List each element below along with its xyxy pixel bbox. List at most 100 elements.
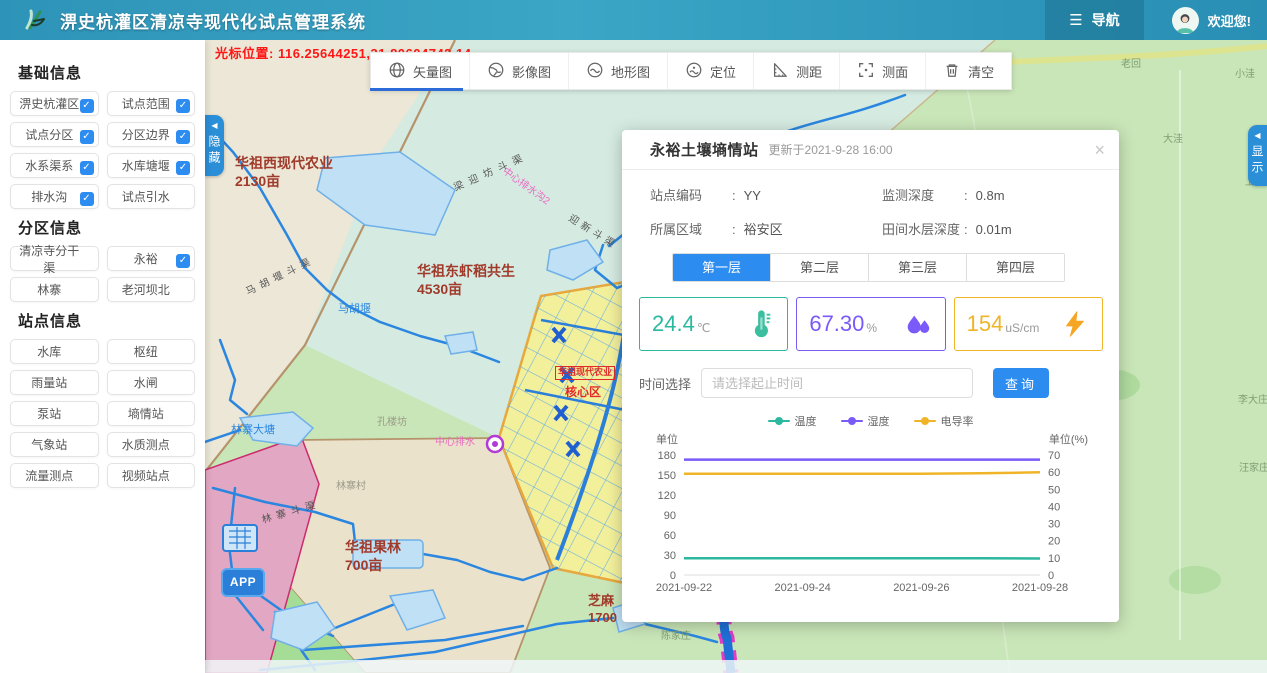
station-info: 站点编码: YY 监测深度:0.8m所属区域:裕安区田间水层深度:0.01m <box>622 170 1119 240</box>
locate-icon <box>685 61 703 82</box>
close-icon[interactable]: × <box>1094 141 1105 159</box>
metric-value: 154 <box>967 311 1004 337</box>
layer-toggle-button[interactable]: 水库塘堰 ✓ <box>107 153 196 178</box>
map-bottom-strip <box>205 660 1267 673</box>
checkbox-checked-icon[interactable]: ✓ <box>176 161 190 175</box>
show-panel-tab[interactable]: ◀ 显示 <box>1248 125 1267 186</box>
layer-toggle-label: 试点引水 <box>122 188 170 205</box>
time-select-row: 时间选择 查询 <box>639 368 1119 398</box>
toolbar-label: 影像图 <box>512 62 551 81</box>
toolbar-locate[interactable]: 定位 <box>668 53 754 89</box>
layer-toggle-button[interactable]: 林寨 <box>10 277 99 302</box>
map-toolbar: 矢量图 影像图 地形图定位测距测面 清空 <box>370 52 1012 90</box>
layer-toggle-label: 雨量站 <box>31 374 67 391</box>
checkbox-checked-icon[interactable]: ✓ <box>80 161 94 175</box>
info-field-value: YY <box>744 188 761 203</box>
layer-toggle-button[interactable]: 永裕 ✓ <box>107 246 196 271</box>
checkbox-checked-icon[interactable]: ✓ <box>176 130 190 144</box>
sidebar: 基础信息淠史杭灌区✓试点范围✓试点分区✓分区边界✓水系渠系✓水库塘堰✓排水沟✓试… <box>0 40 205 673</box>
toolbar-clear[interactable]: 清空 <box>926 53 1011 89</box>
nav-button[interactable]: ☰ 导航 <box>1045 0 1143 40</box>
svg-text:0: 0 <box>670 570 676 582</box>
metric-value: 67.30 <box>809 311 864 337</box>
toolbar-label: 地形图 <box>611 62 650 81</box>
query-button[interactable]: 查询 <box>993 368 1049 398</box>
info-field: 监测深度:0.8m <box>882 185 1095 204</box>
layer-toggle-button[interactable]: 水闸 <box>107 370 196 395</box>
metric-unit: % <box>866 313 877 335</box>
layer-toggle-label: 林寨 <box>37 281 61 298</box>
layer-tab[interactable]: 第一层 <box>673 254 771 281</box>
layer-toggle-button[interactable]: 水系渠系✓ <box>10 153 99 178</box>
info-field: 所属区域:裕安区 <box>650 219 882 238</box>
hide-panel-tab[interactable]: ◀ 隐藏 <box>205 115 224 176</box>
checkbox-checked-icon[interactable]: ✓ <box>80 99 94 113</box>
ruler-icon <box>771 61 789 82</box>
info-field-colon: : <box>732 188 736 203</box>
checkbox-checked-icon[interactable]: ✓ <box>176 99 190 113</box>
layer-toggle-label: 水库 <box>37 343 61 360</box>
layer-toggle-button[interactable]: 水质测点 <box>107 432 196 457</box>
checkbox-checked-icon[interactable]: ✓ <box>176 254 190 268</box>
svg-text:60: 60 <box>1048 467 1060 479</box>
sidebar-section-title: 基础信息 <box>18 62 195 83</box>
checkbox-checked-icon[interactable]: ✓ <box>80 192 94 206</box>
toolbar-terrain-map[interactable]: 地形图 <box>569 53 668 89</box>
legend-item[interactable]: 温度 <box>768 413 817 429</box>
info-field-label: 所属区域 <box>650 219 732 238</box>
layer-toggle-label: 水库塘堰 <box>122 157 170 174</box>
metric-card-humidity: 67.30% <box>796 297 945 351</box>
chevron-left-icon: ◀ <box>211 122 217 130</box>
layer-toggle-label: 排水沟 <box>31 188 67 205</box>
legend-label: 温度 <box>795 413 817 429</box>
info-field-label: 田间水层深度 <box>882 219 964 238</box>
app-station-badge[interactable]: APP <box>221 568 265 597</box>
cursor-position-label: 光标位置: <box>215 46 274 61</box>
legend-item[interactable]: 湿度 <box>841 413 890 429</box>
toolbar-measure-distance[interactable]: 测距 <box>754 53 840 89</box>
layer-toggle-button[interactable]: 试点引水 <box>107 184 196 209</box>
svg-text:120: 120 <box>658 490 676 502</box>
layer-toggle-button[interactable]: 水库 <box>10 339 99 364</box>
layer-toggle-button[interactable]: 视频站点 <box>107 463 196 488</box>
toolbar-label: 清空 <box>968 62 994 81</box>
map-area[interactable]: 华祖西现代农业2130亩华祖东虾稻共生4530亩华祖果林700亩芝麻1700华祖… <box>205 40 1267 673</box>
layer-tab[interactable]: 第二层 <box>771 254 869 281</box>
checkbox-checked-icon[interactable]: ✓ <box>80 130 94 144</box>
layer-toggle-label: 永裕 <box>134 250 158 267</box>
layer-tab[interactable]: 第三层 <box>869 254 967 281</box>
legend-item[interactable]: 电导率 <box>914 413 974 429</box>
page-title: 淠史杭灌区清凉寺现代化试点管理系统 <box>60 8 366 33</box>
svg-text:30: 30 <box>1048 519 1060 531</box>
thermometer-icon <box>745 309 775 339</box>
lightning-icon <box>1060 309 1090 339</box>
layer-toggle-button[interactable]: 试点分区✓ <box>10 122 99 147</box>
toolbar-measure-area[interactable]: 测面 <box>840 53 926 89</box>
svg-text:2021-09-28: 2021-09-28 <box>1012 582 1068 594</box>
layer-toggle-button[interactable]: 墒情站 <box>107 401 196 426</box>
layer-toggle-button[interactable]: 泵站 <box>10 401 99 426</box>
metric-unit: uS/cm <box>1005 313 1039 335</box>
layer-toggle-button[interactable]: 淠史杭灌区✓ <box>10 91 99 116</box>
layer-toggle-button[interactable]: 流量测点 <box>10 463 99 488</box>
svg-text:60: 60 <box>664 530 676 542</box>
layer-toggle-button[interactable]: 排水沟 ✓ <box>10 184 99 209</box>
layer-toggle-button[interactable]: 老河坝北 <box>107 277 196 302</box>
layer-tabs: 第一层第二层第三层第四层 <box>672 253 1065 282</box>
nav-label: 导航 <box>1092 10 1120 30</box>
info-field-label: 站点编码 <box>650 185 732 204</box>
toolbar-imagery-map[interactable]: 影像图 <box>470 53 569 89</box>
layer-toggle-button[interactable]: 试点范围✓ <box>107 91 196 116</box>
time-range-input[interactable] <box>701 368 973 398</box>
layer-toggle-button[interactable]: 气象站 <box>10 432 99 457</box>
layer-toggle-button[interactable]: 枢纽 <box>107 339 196 364</box>
layer-toggle-button[interactable]: 雨量站 <box>10 370 99 395</box>
toolbar-vector-map[interactable]: 矢量图 <box>371 53 470 89</box>
layer-toggle-button[interactable]: 分区边界 ✓ <box>107 122 196 147</box>
user-menu[interactable]: 欢迎您! <box>1144 0 1267 40</box>
layer-toggle-button[interactable]: 清凉寺分干渠 <box>10 246 99 271</box>
svg-text:90: 90 <box>664 510 676 522</box>
layer-toggle-label: 分区边界 <box>122 126 170 143</box>
layer-tab[interactable]: 第四层 <box>967 254 1064 281</box>
info-field: 田间水层深度:0.01m <box>882 219 1095 238</box>
